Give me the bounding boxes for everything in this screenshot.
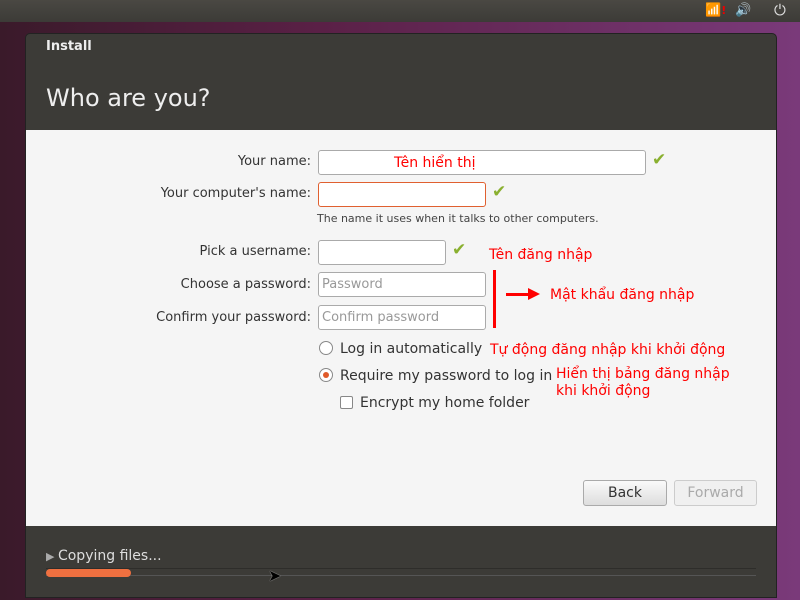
status-text: Copying files... bbox=[57, 548, 162, 564]
arrow-head-icon bbox=[528, 288, 540, 300]
expand-triangle-icon: ▶ bbox=[46, 550, 58, 563]
encrypt-home-checkbox[interactable]: Encrypt my home folder bbox=[340, 395, 529, 411]
window-title: Install bbox=[46, 39, 92, 54]
back-button[interactable]: Back bbox=[583, 480, 667, 506]
annotation-require-2: khi khởi động bbox=[556, 383, 651, 399]
form-area: Your name: ✔ Tên hiển thị Your computer'… bbox=[26, 130, 776, 526]
checkbox-icon[interactable] bbox=[340, 396, 353, 409]
computer-name-hint: The name it uses when it talks to other … bbox=[317, 212, 599, 225]
annotation-username: Tên đăng nhập bbox=[489, 247, 593, 263]
annotation-auto: Tự động đăng nhập khi khởi động bbox=[490, 342, 726, 358]
arrow-icon bbox=[506, 293, 530, 296]
require-password-radio[interactable]: Require my password to log in bbox=[319, 368, 552, 384]
confirm-password-label: Confirm your password: bbox=[156, 310, 311, 325]
forward-button[interactable]: Forward bbox=[674, 480, 757, 506]
username-input[interactable] bbox=[318, 240, 446, 265]
username-label: Pick a username: bbox=[199, 244, 311, 259]
computer-name-label: Your computer's name: bbox=[160, 186, 311, 201]
your-name-label: Your name: bbox=[237, 154, 311, 169]
check-icon: ✔ bbox=[652, 150, 667, 170]
require-password-label: Require my password to log in bbox=[340, 368, 553, 384]
encrypt-home-label: Encrypt my home folder bbox=[360, 395, 530, 411]
your-name-input[interactable] bbox=[318, 150, 646, 175]
annotation-require-1: Hiển thị bảng đăng nhập bbox=[556, 366, 730, 382]
check-icon: ✔ bbox=[452, 240, 467, 260]
password-input[interactable]: Password bbox=[318, 272, 486, 297]
check-icon: ✔ bbox=[492, 182, 507, 202]
progress-bar bbox=[46, 568, 756, 577]
password-label: Choose a password: bbox=[180, 277, 311, 292]
computer-name-input[interactable] bbox=[318, 182, 486, 207]
installer-window: Install Who are you? Your name: ✔ Tên hi… bbox=[25, 33, 777, 598]
page-title: Who are you? bbox=[46, 84, 211, 112]
mouse-cursor-icon: ➤ bbox=[268, 566, 282, 585]
volume-icon[interactable]: 🔊 bbox=[735, 3, 751, 18]
power-icon[interactable]: ⏻ bbox=[774, 1, 786, 19]
confirm-password-input[interactable]: Confirm password bbox=[318, 305, 486, 330]
wifi-warning-icon[interactable]: 📶! bbox=[705, 3, 726, 18]
radio-icon[interactable] bbox=[319, 341, 333, 355]
login-auto-label: Log in automatically bbox=[340, 341, 483, 357]
top-panel: 📶! 🔊 ⏻ bbox=[0, 0, 800, 22]
status-expander[interactable]: ▶ Copying files... bbox=[46, 548, 162, 564]
annotation-password: Mật khẩu đăng nhập bbox=[550, 287, 695, 303]
annotation-bracket bbox=[493, 270, 496, 328]
annotation-name: Tên hiển thị bbox=[394, 155, 476, 171]
progress-fill bbox=[46, 569, 132, 577]
radio-selected-icon[interactable] bbox=[319, 368, 333, 382]
login-auto-radio[interactable]: Log in automatically bbox=[319, 341, 482, 357]
